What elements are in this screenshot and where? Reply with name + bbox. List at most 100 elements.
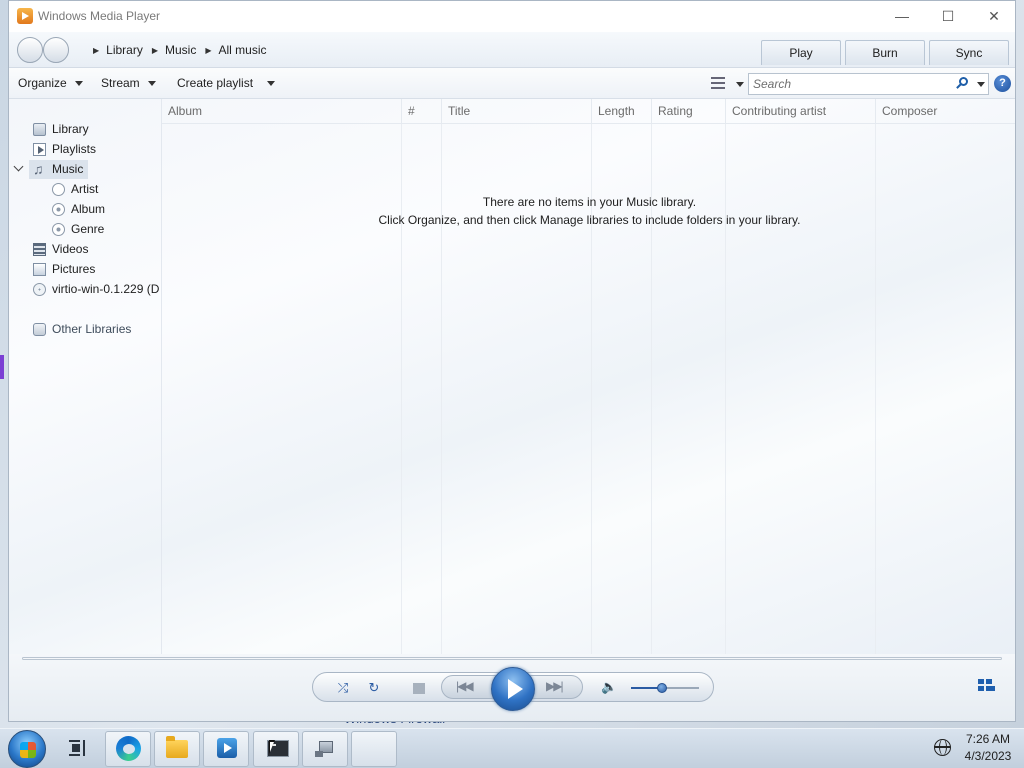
tab-burn[interactable]: Burn — [845, 40, 925, 65]
window-title: Windows Media Player — [38, 9, 161, 23]
forward-button[interactable] — [43, 37, 69, 63]
breadcrumb-music[interactable]: Music — [165, 43, 196, 57]
column-header-number[interactable]: # — [401, 99, 441, 124]
search-options-chevron-icon[interactable] — [977, 82, 985, 87]
clock-time: 7:26 AM — [965, 732, 1011, 746]
breadcrumb-arrow-icon[interactable]: ▶ — [205, 46, 211, 55]
expand-chevron-icon[interactable] — [13, 161, 24, 172]
nav-item-label: Music — [52, 162, 84, 176]
column-header-rating[interactable]: Rating — [651, 99, 725, 124]
folder-icon — [166, 736, 188, 758]
library-content: Library Playlists Music Artist Album G — [9, 99, 1015, 654]
clock-date: 4/3/2023 — [964, 749, 1012, 763]
media-player-icon — [217, 738, 237, 758]
column-header-contributing-artist[interactable]: Contributing artist — [725, 99, 875, 124]
system-clock[interactable]: 7:26 AM 4/3/2023 — [958, 731, 1018, 765]
nav-item-pictures[interactable]: Pictures — [29, 260, 159, 279]
empty-message-line-1: There are no items in your Music library… — [482, 195, 697, 209]
column-header-title[interactable]: Title — [441, 99, 591, 124]
stream-menu[interactable]: Stream — [101, 76, 156, 90]
create-playlist-menu[interactable]: Create playlist — [177, 76, 276, 90]
nav-item-videos[interactable]: Videos — [29, 240, 159, 259]
back-button[interactable] — [17, 37, 43, 63]
breadcrumb-arrow-icon[interactable]: ▶ — [93, 46, 99, 55]
album-icon — [52, 203, 65, 216]
start-button[interactable] — [8, 730, 46, 768]
mute-button[interactable]: 🔈 — [601, 679, 617, 695]
volume-slider[interactable] — [631, 683, 699, 693]
chevron-down-icon — [267, 81, 276, 87]
tab-play[interactable]: Play — [761, 40, 841, 65]
server-manager-icon — [315, 739, 337, 758]
view-options-icon[interactable] — [711, 77, 725, 89]
nav-item-label: Library — [52, 122, 89, 136]
task-view-icon[interactable] — [69, 740, 87, 756]
empty-message-line-2: Click Organize, and then click Manage li… — [378, 213, 801, 227]
music-note-icon — [33, 160, 46, 179]
desktop-accent-strip — [0, 355, 4, 379]
nav-item-album[interactable]: Album — [49, 200, 159, 219]
other-libraries-icon — [33, 323, 46, 336]
nav-item-library[interactable]: Library — [29, 120, 159, 139]
tab-sync[interactable]: Sync — [929, 40, 1009, 65]
nav-item-label: Videos — [52, 242, 89, 256]
stop-button[interactable] — [413, 683, 425, 694]
nav-item-music[interactable]: Music — [29, 160, 88, 179]
nav-item-playlists[interactable]: Playlists — [29, 140, 159, 159]
transport-controls: ⤮ ↻ |◀◀ ▶▶| 🔈 — [312, 667, 714, 711]
close-button[interactable]: ✕ — [971, 1, 1015, 32]
volume-thumb[interactable] — [656, 683, 667, 693]
taskbar — [0, 728, 1024, 768]
nav-item-genre[interactable]: Genre — [49, 220, 159, 239]
next-button[interactable]: ▶▶| — [546, 679, 564, 693]
cd-drive-icon — [33, 283, 46, 296]
previous-button[interactable]: |◀◀ — [456, 679, 474, 693]
edge-browser-icon — [116, 736, 141, 761]
mouse-cursor-icon — [269, 740, 275, 754]
breadcrumb-library[interactable]: Library — [106, 43, 143, 57]
view-options-chevron-icon[interactable] — [736, 82, 744, 87]
library-icon — [33, 123, 46, 136]
column-header-album[interactable]: Album — [162, 99, 401, 124]
picture-icon — [33, 263, 46, 276]
taskbar-empty-button[interactable] — [351, 731, 397, 767]
column-header-composer[interactable]: Composer — [875, 99, 1015, 124]
artist-icon — [52, 183, 65, 196]
breadcrumb-all-music[interactable]: All music — [219, 43, 267, 57]
nav-item-label: Artist — [71, 182, 99, 196]
genre-icon — [52, 223, 65, 236]
stream-label: Stream — [101, 76, 140, 90]
nav-item-drive[interactable]: virtio-win-0.1.229 (D — [29, 280, 159, 299]
video-icon — [33, 243, 46, 256]
nav-item-label: Pictures — [52, 262, 96, 276]
navigation-buttons — [17, 37, 71, 63]
column-header-length[interactable]: Length — [591, 99, 651, 124]
breadcrumb: ▶ Library ▶ Music ▶ All music — [93, 43, 276, 57]
chevron-down-icon — [147, 81, 156, 87]
organize-label: Organize — [18, 76, 67, 90]
maximize-button[interactable]: ☐ — [925, 1, 971, 32]
minimize-button[interactable]: — — [879, 1, 925, 32]
search-icon[interactable] — [956, 77, 968, 89]
help-icon[interactable]: ? — [994, 75, 1011, 92]
play-button[interactable] — [491, 667, 535, 711]
media-player-app-icon — [17, 8, 33, 24]
toolbar: Organize Stream Create playlist ? — [9, 68, 1015, 99]
nav-item-label: Genre — [71, 222, 105, 236]
repeat-button[interactable]: ↻ — [364, 678, 384, 698]
organize-menu[interactable]: Organize — [18, 76, 83, 90]
shuffle-button[interactable]: ⤮ — [333, 678, 353, 698]
switch-to-now-playing-icon[interactable] — [978, 679, 996, 693]
player-controls-bar: ⤮ ↻ |◀◀ ▶▶| 🔈 — [9, 654, 1015, 721]
address-bar: ▶ Library ▶ Music ▶ All music Play Burn … — [9, 32, 1015, 68]
nav-item-artist[interactable]: Artist — [49, 180, 159, 199]
nav-item-other-libraries[interactable]: Other Libraries — [29, 320, 159, 339]
nav-item-label: virtio-win-0.1.229 (D — [52, 282, 159, 296]
column-headers: Album # Title Length Rating Contributing… — [162, 99, 1015, 124]
seek-slider[interactable] — [22, 657, 1002, 660]
search-box — [748, 73, 989, 95]
breadcrumb-arrow-icon[interactable]: ▶ — [152, 46, 158, 55]
network-globe-icon[interactable] — [934, 739, 951, 756]
search-input[interactable] — [753, 76, 943, 92]
title-bar: Windows Media Player — ☐ ✕ — [9, 1, 1015, 32]
